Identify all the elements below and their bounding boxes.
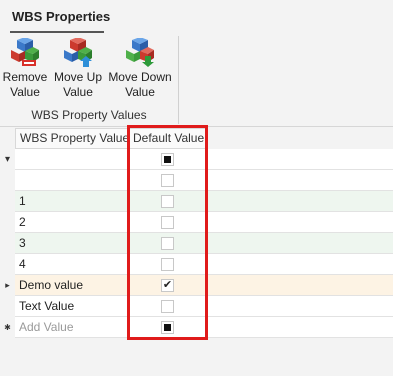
wbs-values-grid: WBS Property Value Default Value ▾ 1 2 3 4 ▸ D…: [0, 127, 393, 376]
remove-value-button[interactable]: Remove Value: [2, 38, 48, 100]
wbs-property-value-cell[interactable]: Text Value: [15, 296, 128, 317]
row-filler: [208, 170, 393, 191]
move-down-value-label-2: Value: [125, 85, 155, 99]
column-header-default-value[interactable]: Default Value: [128, 128, 208, 149]
wbs-property-value-cell[interactable]: Demo value: [15, 275, 128, 296]
table-row[interactable]: 3: [0, 233, 393, 254]
grid-header-row: WBS Property Value Default Value: [0, 128, 393, 149]
default-value-checkbox[interactable]: [161, 195, 174, 208]
filter-row[interactable]: ▾: [0, 149, 393, 170]
default-value-cell: [128, 296, 208, 317]
move-down-value-label-1: Move Down: [108, 70, 172, 84]
wbs-property-value-cell[interactable]: Add Value: [15, 317, 128, 338]
table-row[interactable]: 2: [0, 212, 393, 233]
tab-active-underline: [10, 31, 104, 33]
default-value-cell: [128, 212, 208, 233]
move-up-value-button[interactable]: Move Up Value: [52, 38, 104, 100]
new-row-icon: ✱: [4, 323, 11, 332]
move-up-value-label-1: Move Up: [53, 70, 103, 84]
default-value-checkbox[interactable]: [161, 153, 174, 166]
wbs-property-value-cell[interactable]: 4: [15, 254, 128, 275]
row-indicator: [0, 170, 15, 191]
wbs-property-value-cell[interactable]: [15, 170, 128, 191]
default-value-cell: [128, 149, 208, 170]
filter-icon: ▾: [4, 154, 11, 165]
table-row[interactable]: Text Value: [0, 296, 393, 317]
column-header-wbs-property-value[interactable]: WBS Property Value: [15, 128, 128, 149]
row-indicator: [0, 191, 15, 212]
default-value-checkbox[interactable]: [161, 258, 174, 271]
row-filler: [208, 317, 393, 338]
row-indicator: [0, 296, 15, 317]
default-value-cell: [128, 191, 208, 212]
row-indicator: [0, 254, 15, 275]
row-filler: [208, 233, 393, 254]
wbs-property-value-cell[interactable]: 3: [15, 233, 128, 254]
row-filler: [208, 254, 393, 275]
cube-remove-icon: [11, 38, 39, 66]
default-value-cell: [128, 317, 208, 338]
default-value-checkbox[interactable]: [161, 237, 174, 250]
row-filler: [208, 212, 393, 233]
remove-value-label-2: Value: [10, 85, 40, 99]
cube-move-down-icon: [126, 38, 154, 67]
default-value-checkbox[interactable]: [161, 216, 174, 229]
move-up-value-label-2: Value: [63, 85, 93, 99]
table-row[interactable]: ▸ Demo value ✔: [0, 275, 393, 296]
ribbon: Remove Value Move Up Value Move Down Val…: [0, 36, 393, 127]
ribbon-tab-strip: WBS Properties: [0, 0, 393, 36]
wbs-property-value-cell[interactable]: [15, 149, 128, 170]
row-filler: [208, 149, 393, 170]
tab-wbs-properties[interactable]: WBS Properties: [12, 9, 110, 24]
default-value-checkbox[interactable]: [161, 300, 174, 313]
row-filler: [208, 191, 393, 212]
default-value-checkbox[interactable]: [161, 174, 174, 187]
default-value-cell: [128, 254, 208, 275]
row-indicator: [0, 212, 15, 233]
wbs-property-value-cell[interactable]: 2: [15, 212, 128, 233]
wbs-property-value-cell[interactable]: 1: [15, 191, 128, 212]
row-filler: [208, 275, 393, 296]
row-filler: [208, 296, 393, 317]
default-value-checkbox[interactable]: [161, 321, 174, 334]
table-row[interactable]: 1: [0, 191, 393, 212]
new-row[interactable]: ✱ Add Value: [0, 317, 393, 338]
default-value-cell: [128, 233, 208, 254]
default-value-cell: ✔: [128, 275, 208, 296]
ribbon-group-label: WBS Property Values: [31, 108, 147, 122]
row-indicator: [0, 233, 15, 254]
table-row[interactable]: 4: [0, 254, 393, 275]
default-value-cell: [128, 170, 208, 191]
remove-value-label-1: Remove: [2, 70, 48, 84]
default-value-checkbox[interactable]: ✔: [161, 279, 174, 292]
cube-move-up-icon: [64, 38, 92, 67]
move-down-value-button[interactable]: Move Down Value: [106, 38, 174, 100]
ribbon-separator: [178, 36, 179, 124]
current-row-icon: ▸: [5, 280, 10, 290]
table-row[interactable]: [0, 170, 393, 191]
